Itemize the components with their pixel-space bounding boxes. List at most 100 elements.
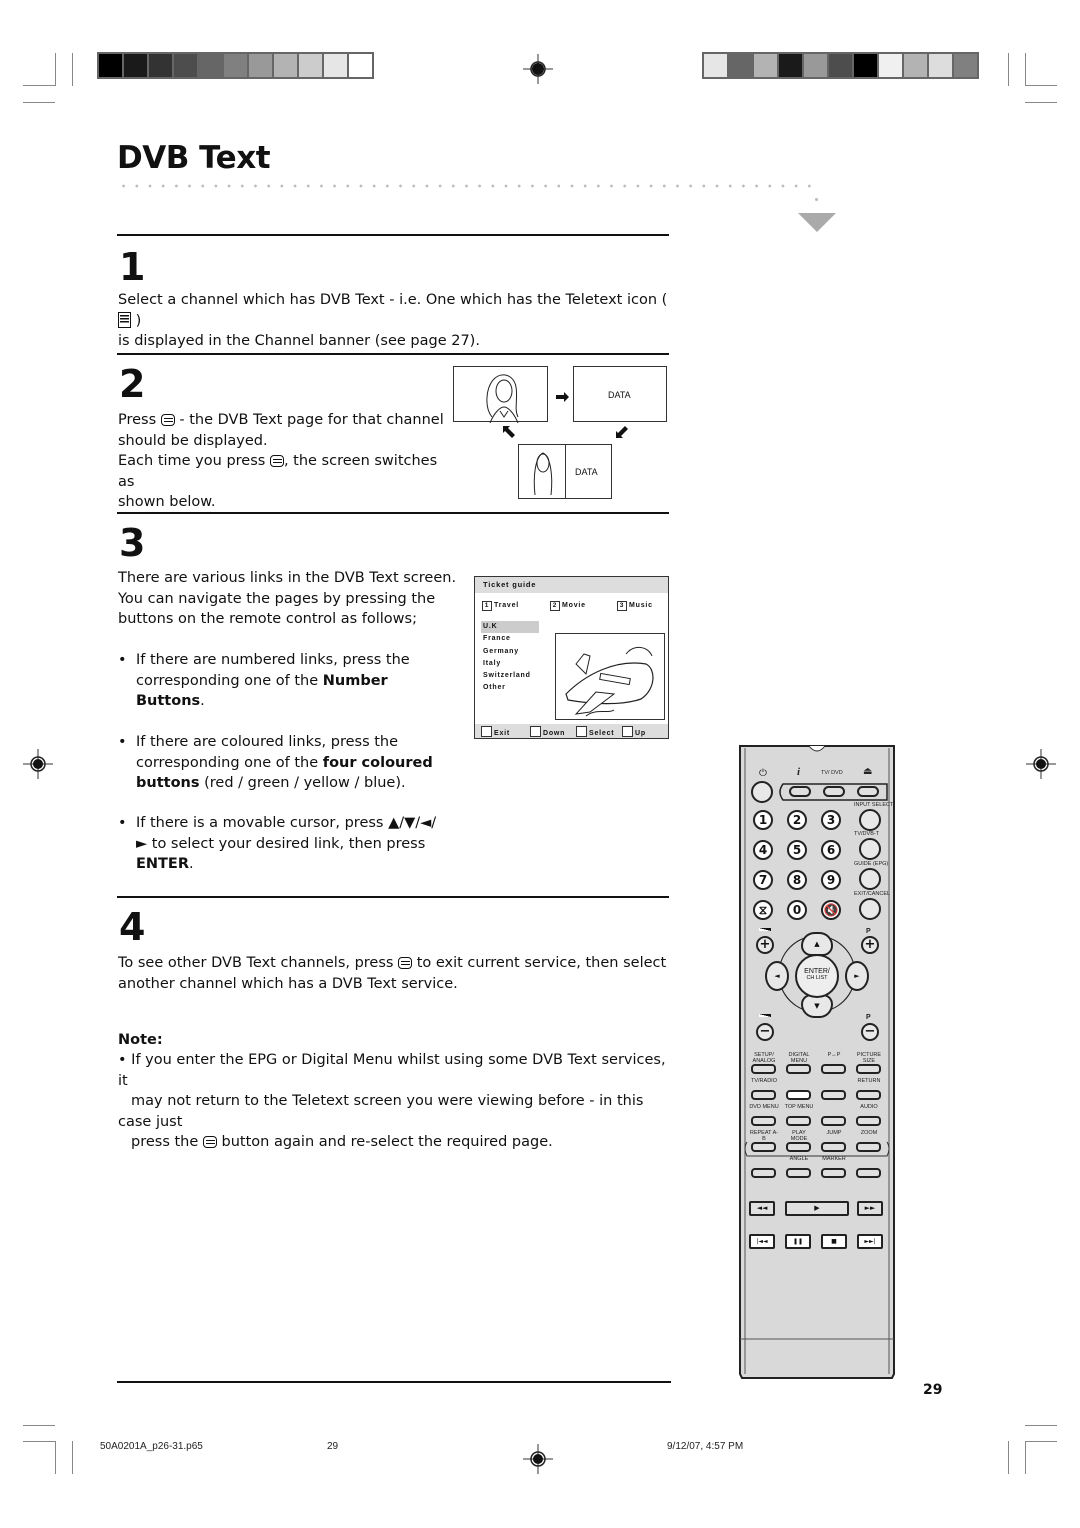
guide-epg-button[interactable] — [859, 868, 881, 890]
ticket-guide-footer: Exit Down Select Up — [475, 724, 668, 738]
remote-button-label: PLAY MODE — [790, 1130, 808, 1142]
input-select-button[interactable] — [859, 809, 881, 831]
info-button[interactable] — [789, 786, 811, 797]
country-link[interactable]: Other — [481, 682, 539, 694]
transport-button[interactable]: ◄◄ — [749, 1201, 775, 1216]
transport-button[interactable]: ►► — [857, 1201, 883, 1216]
remote-menu-button[interactable] — [751, 1090, 776, 1100]
digit-button[interactable]: 8 — [787, 870, 807, 890]
color-swatch — [854, 54, 877, 77]
bottom-rule — [117, 1381, 671, 1383]
remote-menu-button[interactable] — [856, 1168, 881, 1178]
grayscale-swatch-bar-right — [702, 52, 979, 79]
crop-mark — [72, 1441, 73, 1474]
digit-button[interactable]: 🔇 — [821, 900, 841, 920]
remote-button-label: DIGITAL MENU — [788, 1052, 810, 1064]
step-1-text-a: Select a channel which has DVB Text - i.… — [118, 292, 668, 308]
right-button[interactable]: ► — [845, 961, 869, 991]
grayscale-swatch-bar-left — [97, 52, 374, 79]
color-swatch — [879, 54, 902, 77]
tab-movie[interactable]: 2 Movie — [550, 601, 586, 611]
digit-button[interactable]: 3 — [821, 810, 841, 830]
channel-down-button[interactable]: − — [861, 1023, 879, 1041]
eject-button[interactable] — [857, 786, 879, 797]
footer-label: Select — [589, 730, 615, 737]
remote-menu-button[interactable] — [786, 1168, 811, 1178]
left-button[interactable]: ◄ — [765, 961, 789, 991]
eject-icon: ⏏ — [863, 766, 873, 777]
channel-up-button[interactable]: + — [861, 936, 879, 954]
remote-menu-button[interactable] — [786, 1090, 811, 1100]
remote-menu-button[interactable] — [856, 1142, 881, 1152]
remote-menu-button[interactable] — [821, 1116, 846, 1126]
digit-button[interactable]: 7 — [753, 870, 773, 890]
text-bold: Number — [322, 672, 388, 689]
footer-select[interactable]: Select — [576, 726, 614, 737]
remote-menu-button[interactable] — [751, 1064, 776, 1074]
digit-button[interactable]: 1 — [753, 810, 773, 830]
tvdvbt-button[interactable] — [859, 838, 881, 860]
remote-menu-button[interactable] — [751, 1116, 776, 1126]
registration-mark-icon — [523, 1444, 553, 1474]
power-button[interactable] — [751, 781, 773, 803]
footer-down[interactable]: Down — [530, 726, 565, 737]
remote-menu-button[interactable] — [856, 1116, 881, 1126]
exit-cancel-button[interactable] — [859, 898, 881, 920]
crop-mark — [23, 1425, 55, 1426]
tab-music[interactable]: 3 Music — [617, 601, 653, 611]
text: ► to select your desired link, then pres… — [136, 835, 426, 852]
country-link[interactable]: France — [481, 633, 539, 645]
bullet-coloured-links: • If there are coloured links, press the… — [118, 734, 433, 791]
country-link[interactable]: Italy — [481, 658, 539, 670]
volume-up-button[interactable]: + — [756, 936, 774, 954]
exit-cancel-label: EXIT/CANCEL — [854, 891, 891, 897]
page-title: DVB Text — [117, 140, 271, 176]
transport-button[interactable]: |◄◄ — [749, 1234, 775, 1249]
remote-button-label: JUMP — [826, 1130, 842, 1136]
text: Each time you press — [118, 453, 266, 469]
country-link[interactable]: U.K — [481, 621, 539, 634]
tvdvd-button[interactable] — [823, 786, 845, 797]
remote-menu-button[interactable] — [856, 1090, 881, 1100]
digit-button[interactable]: 0 — [787, 900, 807, 920]
country-link[interactable]: Germany — [481, 646, 539, 658]
remote-menu-button[interactable] — [786, 1142, 811, 1152]
colour-key-box — [576, 726, 587, 737]
remote-menu-button[interactable] — [821, 1142, 846, 1152]
remote-menu-button[interactable] — [786, 1064, 811, 1074]
remote-menu-button[interactable] — [821, 1064, 846, 1074]
remote-menu-button[interactable] — [751, 1142, 776, 1152]
remote-menu-button[interactable] — [821, 1168, 846, 1178]
crop-mark — [1008, 53, 1009, 86]
transport-button[interactable]: ■ — [821, 1234, 847, 1249]
digit-button[interactable]: 4 — [753, 840, 773, 860]
enter-button[interactable]: ENTER/ CH LIST — [795, 954, 839, 998]
remote-menu-button[interactable] — [751, 1168, 776, 1178]
digit-button[interactable]: ⧖ — [753, 900, 773, 920]
tab-label: Travel — [494, 602, 520, 609]
tab-number: 3 — [617, 601, 627, 611]
footer-up[interactable]: Up — [622, 726, 646, 737]
digit-button[interactable]: 2 — [787, 810, 807, 830]
digit-button[interactable]: 6 — [821, 840, 841, 860]
colour-key-box — [530, 726, 541, 737]
up-button[interactable]: ▲ — [801, 932, 833, 956]
footer-page: 29 — [327, 1441, 339, 1452]
country-link[interactable]: Switzerland — [481, 670, 539, 682]
footer-exit[interactable]: Exit — [481, 726, 510, 737]
dotted-divider-tail — [815, 198, 818, 201]
text-bold: buttons — [136, 775, 200, 791]
tab-travel[interactable]: 1 Travel — [482, 601, 519, 611]
color-swatch — [149, 54, 172, 77]
remote-menu-button[interactable] — [786, 1116, 811, 1126]
transport-button[interactable]: ▶ — [785, 1201, 849, 1216]
tab-number: 2 — [550, 601, 560, 611]
volume-down-button[interactable]: − — [756, 1023, 774, 1041]
remote-menu-button[interactable] — [821, 1090, 846, 1100]
transport-button[interactable]: ►►| — [857, 1234, 883, 1249]
digit-button[interactable]: 5 — [787, 840, 807, 860]
remote-menu-button[interactable] — [856, 1064, 881, 1074]
digit-button[interactable]: 9 — [821, 870, 841, 890]
airplane-icon — [565, 647, 654, 717]
transport-button[interactable]: ❚❚ — [785, 1234, 811, 1249]
